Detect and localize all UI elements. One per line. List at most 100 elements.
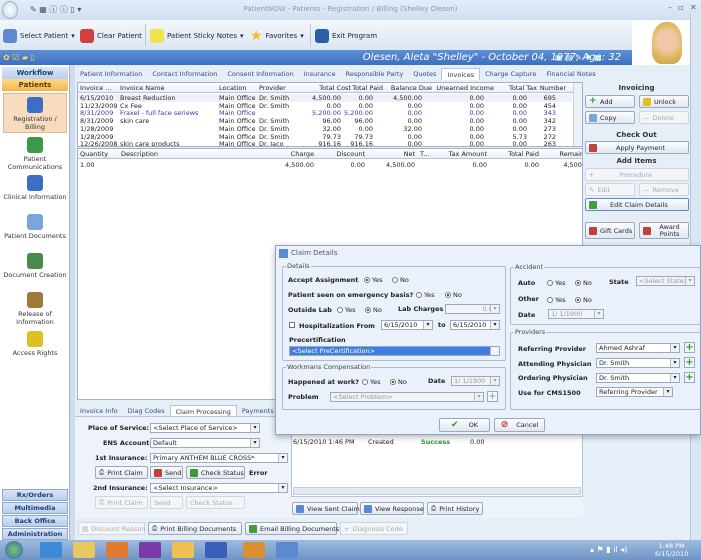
tab-quotes[interactable]: Quotes xyxy=(408,68,441,80)
tab-contact-information[interactable]: Contact Information xyxy=(147,68,222,80)
taskbar-app2-icon[interactable] xyxy=(243,542,265,558)
sidebar-item-access-rights[interactable]: Access Rights xyxy=(3,331,67,357)
ok-button[interactable]: ✔ OK xyxy=(439,418,490,432)
chevron-down-icon[interactable]: ▾ xyxy=(240,32,244,40)
at-work-yes-radio[interactable]: Yes xyxy=(362,378,381,386)
column-header[interactable]: Net xyxy=(404,149,415,159)
view-response-button[interactable]: View Response xyxy=(360,502,424,515)
delete-button[interactable]: — Delete xyxy=(639,111,689,124)
hospitalization-to-date[interactable]: 6/15/2010 xyxy=(450,320,500,330)
outside-lab-yes-radio[interactable]: Yes xyxy=(337,306,356,314)
sidebar-multimedia[interactable]: Multimedia xyxy=(2,502,68,514)
at-work-no-radio[interactable]: No xyxy=(390,378,407,386)
add-attending-physician-button[interactable]: + xyxy=(684,357,695,368)
tab-financial-notes[interactable]: Financial Notes xyxy=(541,68,600,80)
accident-date-picker[interactable]: 1/ 1/1900 xyxy=(548,309,604,319)
sidebar-back-office[interactable]: Back Office xyxy=(2,515,68,527)
print-claim-2-button[interactable]: ⎙ Print Claim xyxy=(95,496,148,509)
taskbar-messenger-icon[interactable] xyxy=(139,542,161,558)
column-header[interactable]: Total Paid xyxy=(508,149,539,159)
discount-reason-button[interactable]: ▤ Discount Reason xyxy=(78,522,145,535)
column-header[interactable]: Total Tax xyxy=(509,83,537,93)
table-row[interactable]: 1.00 4,500.00 0.00 4,500.00 0.00 0.00 4,500. xyxy=(78,161,582,169)
other-yes-radio[interactable]: Yes xyxy=(547,296,566,304)
maximize-button[interactable]: ▫ xyxy=(678,3,683,12)
problem-select[interactable]: <Select Problem> xyxy=(330,392,484,402)
state-select[interactable]: <Select State> xyxy=(636,276,695,286)
taskbar-media-icon[interactable] xyxy=(106,542,128,558)
hospitalization-checkbox[interactable] xyxy=(289,322,295,328)
other-no-radio[interactable]: No xyxy=(575,296,592,304)
sidebar-item-patient-communications[interactable]: Patient Communications xyxy=(3,137,67,171)
auto-no-radio[interactable]: No xyxy=(575,279,592,287)
column-header[interactable]: T... xyxy=(420,149,429,159)
clear-patient-button[interactable]: Clear Patient xyxy=(80,27,142,45)
first-insurance-select[interactable]: Primary ANTHEM BLUE CROSS* xyxy=(150,453,288,463)
sidebar-item-document-creation[interactable]: Document Creation xyxy=(3,253,67,279)
sidebar-workflow-header[interactable]: Workflow xyxy=(2,67,68,79)
copy-button[interactable]: Copy xyxy=(585,111,635,124)
add-ordering-physician-button[interactable]: + xyxy=(684,372,695,383)
select-patient-button[interactable]: Select Patient ▾ xyxy=(3,27,75,45)
procedure-button[interactable]: + Procedure xyxy=(585,168,689,181)
start-button[interactable] xyxy=(5,541,23,559)
vertical-scrollbar[interactable] xyxy=(573,83,582,146)
sticky-notes-button[interactable]: Patient Sticky Notes ▾ xyxy=(150,27,244,45)
emergency-yes-radio[interactable]: Yes xyxy=(416,291,435,299)
award-points-button[interactable]: Award Points xyxy=(639,222,689,239)
column-header[interactable]: Discount xyxy=(336,149,365,159)
taskbar-word-icon[interactable] xyxy=(205,542,227,558)
taskbar-explorer-icon[interactable] xyxy=(73,542,95,558)
sidebar-item-patient-documents[interactable]: Patient Documents xyxy=(3,214,67,240)
tab-consent-information[interactable]: Consent Information xyxy=(222,68,298,80)
emergency-no-radio[interactable]: No xyxy=(445,291,462,299)
minimize-button[interactable]: – xyxy=(668,3,672,12)
ens-account-select[interactable]: Default xyxy=(150,438,260,448)
tab-patient-information[interactable]: Patient Information xyxy=(75,68,147,80)
column-header[interactable]: Charge xyxy=(291,149,314,159)
column-header[interactable]: Remain xyxy=(560,149,582,159)
column-header[interactable]: Provider xyxy=(259,83,286,93)
accept-yes-radio[interactable]: Yes xyxy=(364,276,383,284)
sidebar-administration[interactable]: Administration xyxy=(2,528,68,540)
tab-charge-capture[interactable]: Charge Capture xyxy=(480,68,541,80)
patient-toolbar-icons[interactable]: ✿ ☑ ▰ ▯ xyxy=(3,53,35,62)
taskbar-patientnow-icon[interactable] xyxy=(276,542,298,558)
tab-responsible-party[interactable]: Responsible Party xyxy=(341,68,409,80)
close-button[interactable]: ✕ xyxy=(690,3,697,12)
email-billing-documents-button[interactable]: Email Billing Documents xyxy=(245,522,339,535)
sidebar-item-clinical-information[interactable]: Clinical Information xyxy=(3,175,67,201)
column-header[interactable]: Invoice ... xyxy=(80,83,112,93)
table-row[interactable]: 12/26/2008 skin care products Main Office D… xyxy=(78,140,572,146)
sidebar-patients-header[interactable]: Patients xyxy=(2,79,68,91)
clock[interactable]: 1:48 PM 6/15/2010 xyxy=(655,542,688,558)
tab-insurance[interactable]: Insurance xyxy=(299,68,341,80)
precertification-select[interactable]: <Select PreCertification> xyxy=(289,346,500,356)
work-date-picker[interactable]: 1/ 1/1900 xyxy=(451,376,500,386)
cancel-button[interactable]: ⊘ Cancel xyxy=(494,418,545,432)
column-header[interactable]: Total Cost xyxy=(319,83,351,93)
second-insurance-select[interactable]: <Select Insurance> xyxy=(150,483,288,493)
attending-physician-select[interactable]: Dr. Smith xyxy=(596,358,680,368)
auto-yes-radio[interactable]: Yes xyxy=(547,279,566,287)
cms1500-select[interactable]: Referring Provider xyxy=(596,387,673,397)
sidebar-rx-orders[interactable]: Rx/Orders xyxy=(2,489,68,501)
print-billing-documents-button[interactable]: ⎙ Print Billing Documents xyxy=(148,522,242,535)
diagnosis-code-button[interactable]: + Diagnosis Code xyxy=(340,522,408,535)
chevron-down-icon[interactable]: ▾ xyxy=(300,32,304,40)
sidebar-item-registration-billing[interactable]: Registration / Billing xyxy=(3,93,67,133)
gift-cards-button[interactable]: Gift Cards xyxy=(585,222,635,239)
edit-claim-details-button[interactable]: Edit Claim Details xyxy=(585,198,689,211)
column-header[interactable]: Balance Due xyxy=(391,83,432,93)
referring-provider-select[interactable]: Ahmed Ashraf xyxy=(596,343,680,353)
column-header[interactable]: Total Paid xyxy=(352,83,383,93)
exit-program-button[interactable]: Exit Program xyxy=(315,27,377,45)
horizontal-scrollbar[interactable] xyxy=(293,487,581,495)
view-sent-claim-button[interactable]: View Sent Claim xyxy=(292,502,360,515)
taskbar-app-icon[interactable] xyxy=(172,542,194,558)
add-referring-provider-button[interactable]: + xyxy=(684,342,695,353)
print-claim-button[interactable]: ⎙ Print Claim xyxy=(95,466,148,479)
send-2-button[interactable]: Send xyxy=(150,496,183,509)
column-header[interactable]: Location xyxy=(219,83,247,93)
hospitalization-from-date[interactable]: 6/15/2010 xyxy=(381,320,433,330)
